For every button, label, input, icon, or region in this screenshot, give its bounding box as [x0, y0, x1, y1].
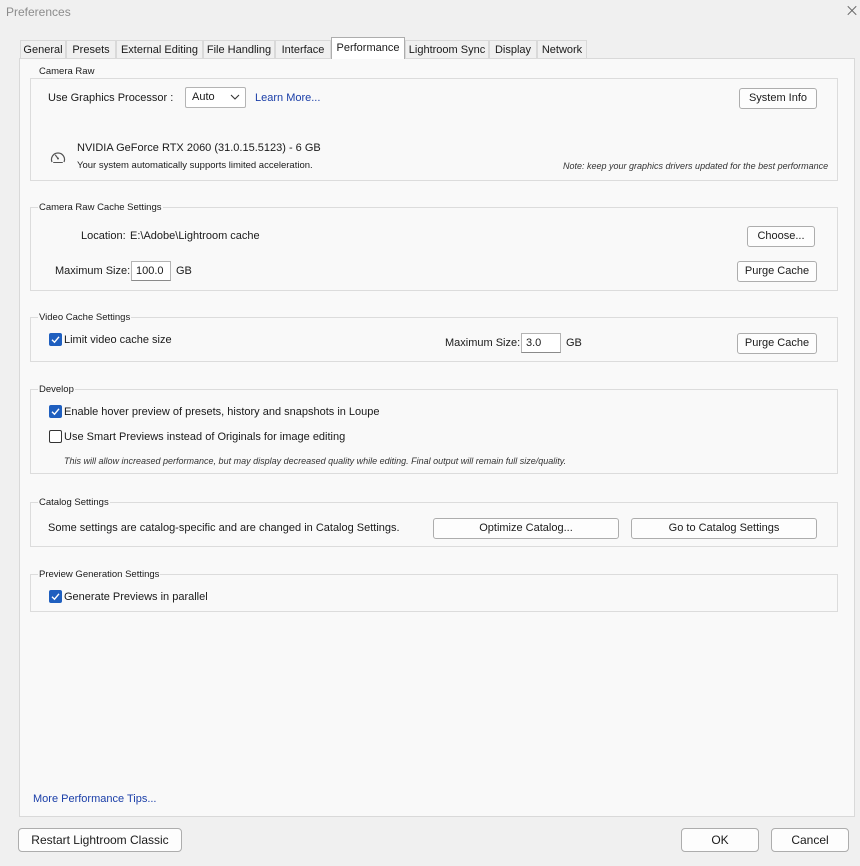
- checkmark-icon: [51, 593, 60, 601]
- catalog-text: Some settings are catalog-specific and a…: [48, 522, 400, 534]
- optimize-catalog-button[interactable]: Optimize Catalog...: [433, 518, 619, 539]
- tab-presets[interactable]: Presets: [66, 40, 116, 58]
- smart-previews-label: Use Smart Previews instead of Originals …: [64, 431, 346, 443]
- gpu-select-value: Auto: [192, 91, 215, 103]
- chevron-down-icon: [230, 94, 240, 100]
- preview-title: Preview Generation Settings: [38, 569, 161, 580]
- tab-general[interactable]: General: [20, 40, 66, 58]
- checkmark-icon: [51, 336, 60, 344]
- video-max-size-input[interactable]: 3.0: [521, 333, 561, 353]
- hover-preview-label: Enable hover preview of presets, history…: [64, 406, 380, 418]
- gpu-label: Use Graphics Processor :: [48, 92, 174, 104]
- raw-cache-title: Camera Raw Cache Settings: [38, 202, 163, 213]
- close-icon[interactable]: [842, 1, 860, 21]
- catalog-title: Catalog Settings: [38, 497, 110, 508]
- develop-title: Develop: [38, 384, 75, 395]
- raw-max-size-unit: GB: [176, 265, 192, 277]
- location-label: Location:: [81, 230, 126, 242]
- tab-interface[interactable]: Interface: [275, 40, 331, 58]
- limit-video-cache-label: Limit video cache size: [64, 334, 172, 346]
- choose-button[interactable]: Choose...: [747, 226, 815, 247]
- video-purge-cache-button[interactable]: Purge Cache: [737, 333, 817, 354]
- hover-preview-checkbox[interactable]: [49, 405, 62, 418]
- gpu-select[interactable]: Auto: [185, 87, 246, 108]
- raw-max-size-label: Maximum Size:: [55, 265, 131, 277]
- tab-file-handling[interactable]: File Handling: [203, 40, 275, 58]
- limit-video-cache-checkbox[interactable]: [49, 333, 62, 346]
- restart-lightroom-button[interactable]: Restart Lightroom Classic: [18, 828, 182, 852]
- tab-network[interactable]: Network: [537, 40, 587, 58]
- parallel-previews-checkbox[interactable]: [49, 590, 62, 603]
- system-info-button[interactable]: System Info: [739, 88, 817, 109]
- camera-raw-title: Camera Raw: [38, 66, 96, 77]
- window-title: Preferences: [6, 5, 71, 19]
- raw-purge-cache-button[interactable]: Purge Cache: [737, 261, 817, 282]
- raw-max-size-input[interactable]: 100.0: [131, 261, 171, 281]
- location-value: E:\Adobe\Lightroom cache: [130, 230, 260, 242]
- cancel-button[interactable]: Cancel: [771, 828, 849, 852]
- tab-external-editing[interactable]: External Editing: [116, 40, 203, 58]
- gpu-name: NVIDIA GeForce RTX 2060 (31.0.15.5123) -…: [77, 142, 321, 154]
- tab-display[interactable]: Display: [489, 40, 537, 58]
- learn-more-link[interactable]: Learn More...: [255, 91, 320, 105]
- driver-note: Note: keep your graphics drivers updated…: [563, 161, 829, 171]
- video-max-size-unit: GB: [566, 337, 582, 349]
- smart-previews-checkbox[interactable]: [49, 430, 62, 443]
- checkmark-icon: [51, 408, 60, 416]
- gauge-icon: [50, 152, 66, 163]
- gpu-status: Your system automatically supports limit…: [77, 160, 313, 171]
- go-to-catalog-settings-button[interactable]: Go to Catalog Settings: [631, 518, 817, 539]
- video-max-size-label: Maximum Size:: [445, 337, 521, 349]
- parallel-previews-label: Generate Previews in parallel: [64, 591, 208, 603]
- video-cache-title: Video Cache Settings: [38, 312, 132, 323]
- title-bar: Preferences: [0, 0, 860, 26]
- smart-previews-note: This will allow increased performance, b…: [64, 456, 567, 466]
- tab-performance[interactable]: Performance: [331, 37, 405, 59]
- tab-lightroom-sync[interactable]: Lightroom Sync: [405, 40, 489, 58]
- more-performance-tips-link[interactable]: More Performance Tips...: [33, 792, 157, 806]
- ok-button[interactable]: OK: [681, 828, 759, 852]
